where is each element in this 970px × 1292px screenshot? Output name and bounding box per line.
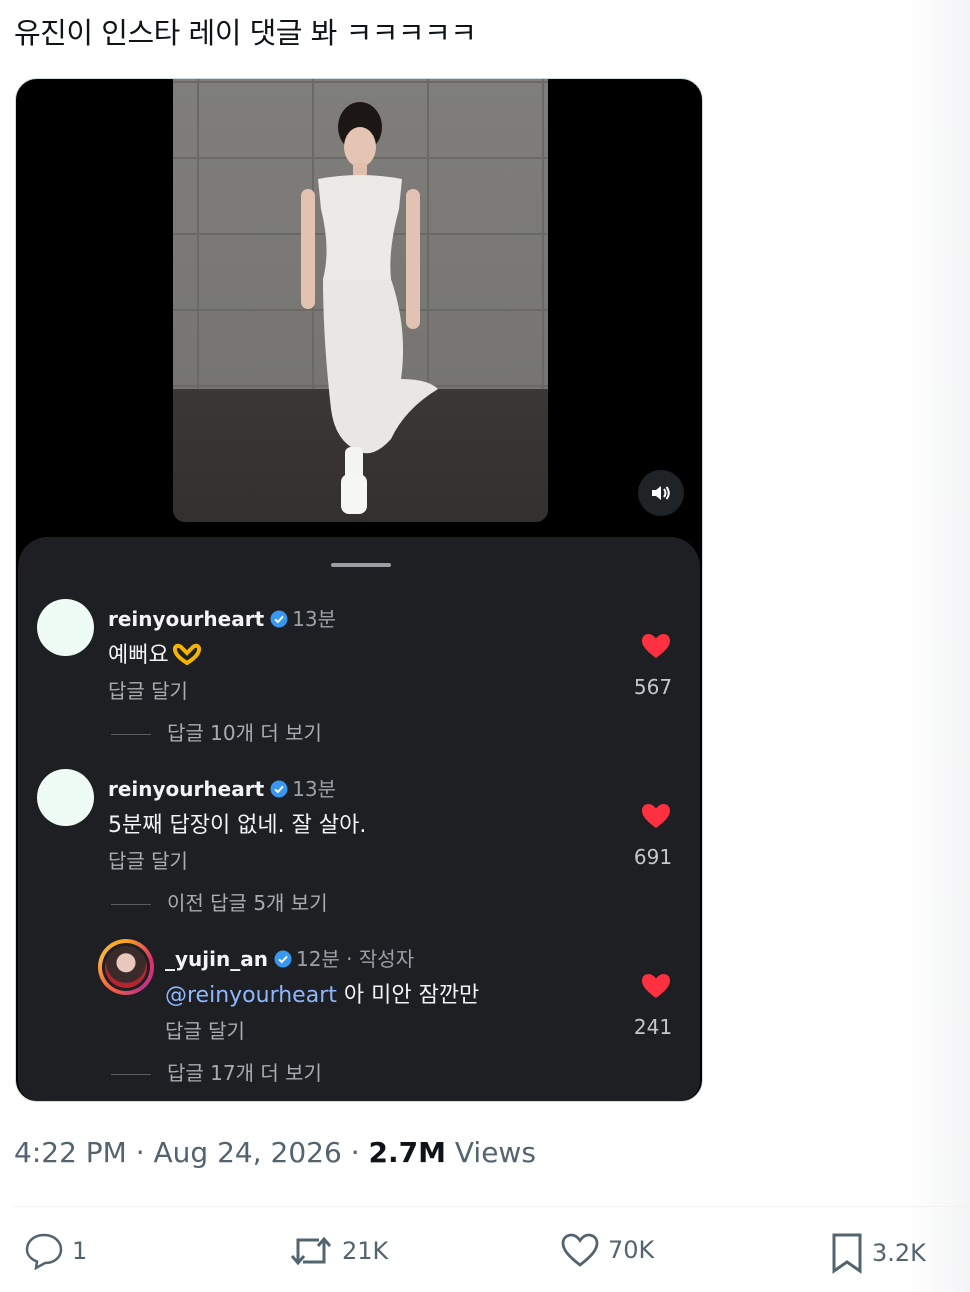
divider <box>14 1206 970 1207</box>
comment-header: _yujin_an 12분 · 작성자 <box>165 943 414 972</box>
avatar[interactable] <box>37 599 94 656</box>
comment-header: reinyourheart 13분 <box>108 603 336 632</box>
reply-link[interactable]: 답글 달기 <box>108 845 188 874</box>
comment-text: @reinyourheart 아 미안 잠깐만 <box>165 977 479 1009</box>
dress-figure <box>301 102 438 514</box>
thread-line <box>111 734 151 735</box>
reply-link[interactable]: 답글 달기 <box>165 1015 245 1044</box>
mute-toggle-button[interactable] <box>638 470 684 516</box>
verified-badge-icon <box>270 610 288 628</box>
comment-username[interactable]: reinyourheart <box>108 777 264 801</box>
comment-time: 12분 · 작성자 <box>295 947 415 971</box>
avatar-gap <box>102 943 150 991</box>
comment-text: 예뻐요 <box>108 637 203 669</box>
like-heart-icon[interactable] <box>641 803 671 829</box>
like-heart-icon[interactable] <box>641 633 671 659</box>
heart-hands-emoji-icon <box>172 643 201 665</box>
comment: reinyourheart 13분 5분째 답장이 없네. 잘 살아. 답글 달기… <box>18 769 700 919</box>
thread-line <box>111 1074 151 1075</box>
tweet-actions: 1 21K 70K 3.2K <box>0 1232 970 1282</box>
like-count: 70K <box>608 1236 655 1264</box>
like-button[interactable]: 70K <box>560 1232 654 1268</box>
comment-time: 13분 <box>292 777 336 801</box>
mention-link[interactable]: @reinyourheart <box>165 983 337 1008</box>
tweet-text: 유진이 인스타 레이 댓글 봐 ㅋㅋㅋㅋㅋ <box>14 16 477 50</box>
like-count: 567 <box>633 675 673 699</box>
avatar[interactable] <box>37 769 94 826</box>
comment-time: 13분 <box>292 607 336 631</box>
instagram-comments-sheet: reinyourheart 13분 예뻐요 답글 달기 567 답글 10개 더 … <box>18 537 700 1101</box>
comment-username[interactable]: _yujin_an <box>165 947 268 971</box>
reply-icon <box>25 1233 63 1270</box>
tweet-meta: 4:22 PM · Aug 24, 2026 · 2.7M Views <box>14 1136 536 1169</box>
reply-button[interactable]: 1 <box>24 1232 87 1270</box>
speaker-icon <box>652 486 670 500</box>
bookmark-count: 3.2K <box>872 1239 926 1267</box>
comment-text-value: 아 미안 잠깐만 <box>336 983 480 1008</box>
verified-badge-icon <box>270 780 288 798</box>
like-heart-icon[interactable] <box>641 973 671 999</box>
view-more-label: 이전 답글 5개 보기 <box>167 891 328 915</box>
verified-badge-icon <box>274 950 292 968</box>
view-more-replies[interactable]: 답글 17개 더 보기 <box>111 1057 322 1086</box>
repost-count: 21K <box>342 1237 389 1265</box>
sheet-drag-handle[interactable] <box>331 563 391 567</box>
heart-icon <box>561 1233 599 1267</box>
comment-text: 5분째 답장이 없네. 잘 살아. <box>108 813 367 838</box>
reply-count: 1 <box>72 1237 88 1265</box>
bookmark-button[interactable]: 3.2K <box>830 1232 926 1274</box>
view-more-label: 답글 17개 더 보기 <box>167 1061 322 1085</box>
view-more-replies[interactable]: 답글 10개 더 보기 <box>111 717 322 746</box>
comment: reinyourheart 13분 예뻐요 답글 달기 567 답글 10개 더 … <box>18 599 700 749</box>
view-previous-replies[interactable]: 이전 답글 5개 보기 <box>111 887 328 916</box>
repost-icon <box>290 1236 332 1266</box>
photo <box>173 79 548 522</box>
tweet-time[interactable]: 4:22 PM <box>14 1136 127 1169</box>
like-count: 691 <box>633 845 673 869</box>
reply-link[interactable]: 답글 달기 <box>108 675 188 704</box>
comment-text-value: 예뻐요 <box>108 643 169 668</box>
tweet-media[interactable]: reinyourheart 13분 예뻐요 답글 달기 567 답글 10개 더 … <box>15 78 703 1102</box>
bookmark-icon <box>832 1233 862 1274</box>
repost-button[interactable]: 21K <box>288 1232 388 1270</box>
page-edge-shade <box>910 0 970 1292</box>
thread-line <box>111 904 151 905</box>
views-count: 2.7M <box>368 1136 446 1169</box>
avatar-photo <box>105 946 147 988</box>
like-count: 241 <box>633 1015 673 1039</box>
tweet-date[interactable]: Aug 24, 2026 <box>154 1136 342 1169</box>
views-label: Views <box>454 1136 536 1169</box>
comment-header: reinyourheart 13분 <box>108 773 336 802</box>
comment-username[interactable]: reinyourheart <box>108 607 264 631</box>
comment-reply: _yujin_an 12분 · 작성자 @reinyourheart 아 미안 잠… <box>18 939 700 1089</box>
view-more-label: 답글 10개 더 보기 <box>167 721 322 745</box>
avatar[interactable] <box>98 939 154 995</box>
